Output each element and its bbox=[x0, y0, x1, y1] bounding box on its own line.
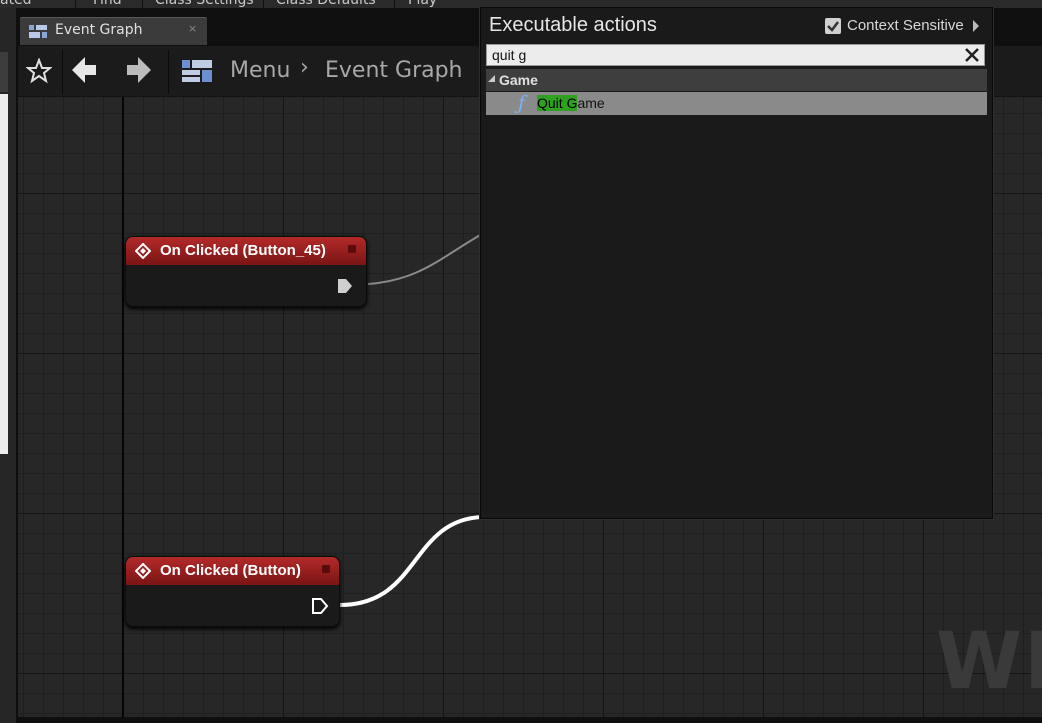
toolbar-separator bbox=[75, 0, 76, 8]
breadcrumb-menu[interactable]: Menu bbox=[230, 58, 290, 83]
menu-title: Executable actions bbox=[489, 14, 657, 36]
blueprint-icon bbox=[182, 60, 212, 82]
checkmark-icon bbox=[827, 21, 839, 32]
category-label: Game bbox=[499, 72, 538, 88]
blueprint-graph-icon bbox=[29, 25, 47, 38]
action-search-box[interactable] bbox=[486, 44, 985, 66]
toolbar-separator bbox=[142, 0, 143, 8]
action-item-label: Quit Game bbox=[537, 95, 605, 111]
left-panel-button[interactable] bbox=[0, 52, 8, 92]
star-icon[interactable] bbox=[26, 58, 52, 84]
breadcrumb-separator: › bbox=[300, 55, 309, 80]
event-icon bbox=[135, 243, 151, 259]
delegate-pin-icon[interactable] bbox=[348, 245, 356, 253]
forward-arrow-icon[interactable] bbox=[127, 57, 151, 83]
toolbar-separator bbox=[263, 0, 264, 8]
left-panel bbox=[0, 8, 16, 723]
breadcrumb-event-graph[interactable]: Event Graph bbox=[325, 58, 463, 83]
event-icon bbox=[135, 563, 151, 579]
delegate-pin-icon[interactable] bbox=[322, 565, 330, 573]
context-sensitive-label: Context Sensitive bbox=[847, 17, 964, 34]
tab-event-graph[interactable]: Event Graph × bbox=[20, 17, 207, 45]
event-node-button[interactable]: On Clicked (Button) bbox=[125, 556, 340, 627]
action-search-input[interactable] bbox=[492, 46, 952, 64]
executable-actions-menu: Executable actions Context Sensitive Gam… bbox=[480, 7, 993, 519]
action-item-quit-game[interactable]: ƒ Quit Game bbox=[486, 92, 987, 115]
breadcrumb-separator-line bbox=[62, 50, 63, 94]
collapse-triangle-icon[interactable] bbox=[488, 75, 495, 82]
node-title: On Clicked (Button_45) bbox=[160, 242, 326, 259]
node-header: On Clicked (Button) bbox=[126, 557, 339, 585]
node-header: On Clicked (Button_45) bbox=[126, 237, 366, 265]
category-game[interactable]: Game bbox=[486, 69, 987, 91]
graph-watermark: WID bbox=[936, 617, 1042, 707]
clear-search-icon[interactable] bbox=[962, 45, 982, 65]
toolbar-item-class-settings[interactable]: Class Settings bbox=[155, 0, 254, 8]
toolbar-item-compile[interactable]: ated bbox=[0, 0, 32, 8]
function-icon: ƒ bbox=[518, 92, 526, 114]
exec-out-pin-icon[interactable] bbox=[337, 278, 353, 294]
toolbar-item-find[interactable]: Find bbox=[93, 0, 122, 8]
tab-label: Event Graph bbox=[55, 22, 143, 38]
breadcrumb-separator-line bbox=[168, 50, 169, 94]
expand-arrow-icon[interactable] bbox=[973, 20, 979, 32]
toolbar-separator bbox=[394, 0, 395, 8]
toolbar-item-play[interactable]: Play bbox=[408, 0, 437, 8]
node-title: On Clicked (Button) bbox=[160, 562, 301, 579]
action-item-label-rest: ame bbox=[577, 95, 605, 111]
exec-out-pin-icon[interactable] bbox=[311, 597, 329, 615]
search-match-highlight: Quit G bbox=[537, 95, 578, 111]
graph-origin-line bbox=[122, 97, 124, 717]
back-arrow-icon[interactable] bbox=[72, 57, 96, 83]
toolbar-item-class-defaults[interactable]: Class Defaults bbox=[276, 0, 376, 8]
event-node-button-45[interactable]: On Clicked (Button_45) bbox=[125, 236, 367, 307]
tab-close-icon[interactable]: × bbox=[188, 22, 197, 35]
context-sensitive-checkbox[interactable] bbox=[825, 18, 841, 34]
left-panel-content bbox=[0, 94, 8, 454]
